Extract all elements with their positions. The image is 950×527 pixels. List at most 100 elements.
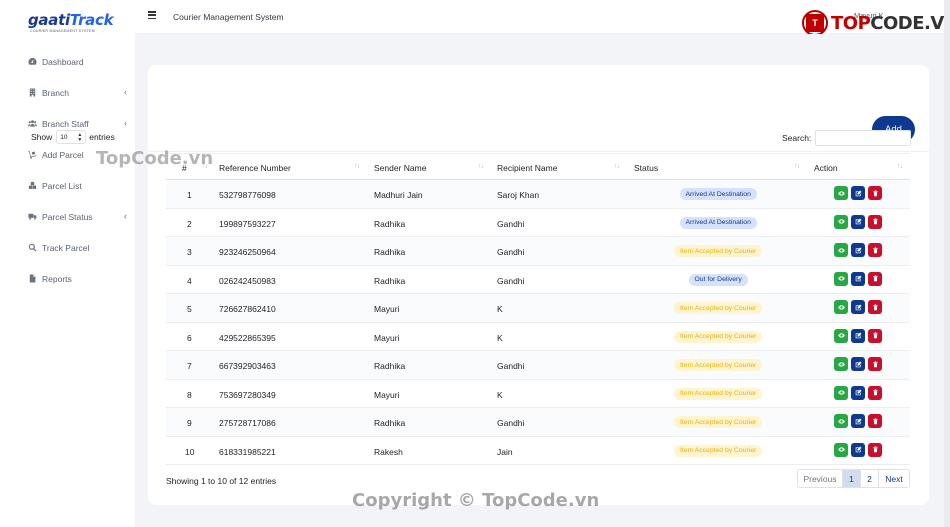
previous-page-button[interactable]: Previous (798, 470, 843, 487)
eye-icon (837, 218, 845, 225)
row-number: 10 (185, 446, 195, 457)
edit-button[interactable] (851, 186, 865, 200)
view-button[interactable] (834, 328, 848, 343)
sender-name: Radhika (374, 418, 406, 428)
view-button[interactable] (834, 442, 848, 457)
view-button[interactable] (834, 186, 848, 200)
edit-icon (855, 275, 862, 282)
status-badge: Out for Delivery (688, 273, 748, 286)
status-badge: Item Accepted by Courier (674, 330, 763, 343)
sidebar-item-track-parcel[interactable]: Track Parcel (0, 232, 135, 263)
sender-name: Radhika (374, 247, 406, 257)
row-actions (834, 328, 885, 343)
page-scrollbar[interactable] (944, 0, 950, 527)
view-button[interactable] (834, 385, 848, 400)
edit-button[interactable] (851, 214, 865, 229)
view-button[interactable] (834, 271, 848, 286)
sort-icon[interactable]: ↑↓ (614, 163, 620, 170)
truck-icon (27, 212, 37, 222)
view-button[interactable] (834, 243, 848, 257)
view-button[interactable] (834, 414, 848, 428)
file-icon (27, 274, 37, 284)
menu-toggle-icon[interactable] (148, 11, 156, 20)
delete-button[interactable] (868, 414, 882, 428)
sender-name: Mayuri (374, 332, 400, 343)
delete-button[interactable] (868, 243, 882, 257)
dolly-icon (27, 150, 37, 160)
delete-button[interactable] (868, 271, 882, 286)
entries-label: entries (89, 132, 115, 142)
sort-icon[interactable]: ↑↓ (794, 163, 800, 170)
table-row: 8 753697280349 Mayuri K Item Accepted by Cou… (166, 380, 910, 408)
sort-icon[interactable]: ↑↓ (354, 163, 360, 170)
table-row: 6 429522865395 Mayuri K Item Accepted by Cou… (166, 323, 910, 351)
sidebar-item-branch[interactable]: Branch ‹ (0, 77, 135, 108)
delete-button[interactable] (868, 214, 882, 229)
table-row: 10 618331985221 Rakesh Jain Item Accepted by… (166, 437, 910, 465)
row-number: 7 (187, 361, 192, 371)
status-badge: Item Accepted by Courier (674, 302, 763, 314)
edit-button[interactable] (851, 385, 865, 400)
column-header-reference-number[interactable]: Reference Number (219, 163, 291, 173)
sidebar-item-dashboard[interactable]: Dashboard (0, 46, 135, 77)
eye-icon (837, 418, 845, 425)
trash-icon (872, 417, 879, 425)
sender-name: Mayuri (374, 304, 400, 314)
search-input[interactable] (815, 130, 912, 146)
edit-icon (855, 389, 862, 396)
trash-icon (872, 332, 879, 339)
trash-icon (872, 246, 879, 254)
page-length-select[interactable]: 10 ▲ ▼ (56, 130, 87, 144)
search-icon (27, 243, 37, 253)
row-number: 9 (187, 418, 192, 428)
eye-icon (837, 247, 845, 254)
sidebar-item-reports[interactable]: Reports (0, 263, 135, 294)
status-badge: Arrived At Destination (679, 188, 757, 200)
delete-button[interactable] (868, 328, 882, 343)
reference-number: 667392903463 (219, 361, 276, 371)
recipient-name: K (497, 304, 503, 314)
page-2-button[interactable]: 2 (861, 470, 879, 487)
chevron-left-icon[interactable]: ‹ (124, 118, 127, 128)
delete-button[interactable] (868, 186, 882, 200)
delete-button[interactable] (868, 300, 882, 314)
column-header-action[interactable]: Action (814, 163, 838, 173)
watermark-logo-left: TOP (831, 12, 871, 34)
column-header-sender-name[interactable]: Sender Name (374, 163, 426, 173)
column-header-status[interactable]: Status (634, 163, 658, 173)
next-page-button[interactable]: Next (879, 470, 909, 487)
sort-icon[interactable]: ↑↓ (478, 163, 484, 170)
card-divider (148, 151, 929, 152)
sort-icon[interactable]: ↑↓ (897, 163, 903, 170)
edit-icon (855, 304, 862, 311)
edit-button[interactable] (851, 442, 865, 457)
brand-tagline: COURIER MANAGEMENT SYSTEM (30, 29, 95, 33)
view-button[interactable] (834, 214, 848, 229)
edit-icon (855, 446, 862, 453)
edit-button[interactable] (851, 328, 865, 343)
view-button[interactable] (834, 357, 848, 371)
sidebar-item-parcel-list[interactable]: Parcel List (0, 170, 135, 201)
brand-logo[interactable]: gaatiTrack COURIER MANAGEMENT SYSTEM (28, 12, 118, 38)
row-number: 2 (187, 218, 192, 229)
page-length-control: Show 10 ▲ ▼ entries (31, 130, 115, 144)
edit-button[interactable] (851, 271, 865, 286)
delete-button[interactable] (868, 357, 882, 371)
eye-icon (837, 275, 845, 282)
page-1-button[interactable]: 1 (843, 470, 861, 487)
view-button[interactable] (834, 300, 848, 314)
delete-button[interactable] (868, 442, 882, 457)
edit-button[interactable] (851, 414, 865, 428)
column-header-recipient-name[interactable]: Recipient Name (497, 163, 557, 173)
chevron-left-icon[interactable]: ‹ (124, 87, 127, 97)
sidebar-item-label: Branch (42, 87, 69, 98)
edit-button[interactable] (851, 243, 865, 257)
sidebar-item-parcel-status[interactable]: Parcel Status ‹ (0, 201, 135, 232)
sidebar-nav: Dashboard Branch ‹ Branch Staff ‹ Add Parcel P… (0, 46, 135, 294)
eye-icon (837, 190, 845, 197)
row-actions (834, 385, 885, 400)
delete-button[interactable] (868, 385, 882, 400)
edit-button[interactable] (851, 357, 865, 371)
chevron-left-icon[interactable]: ‹ (124, 211, 127, 221)
edit-button[interactable] (851, 300, 865, 314)
